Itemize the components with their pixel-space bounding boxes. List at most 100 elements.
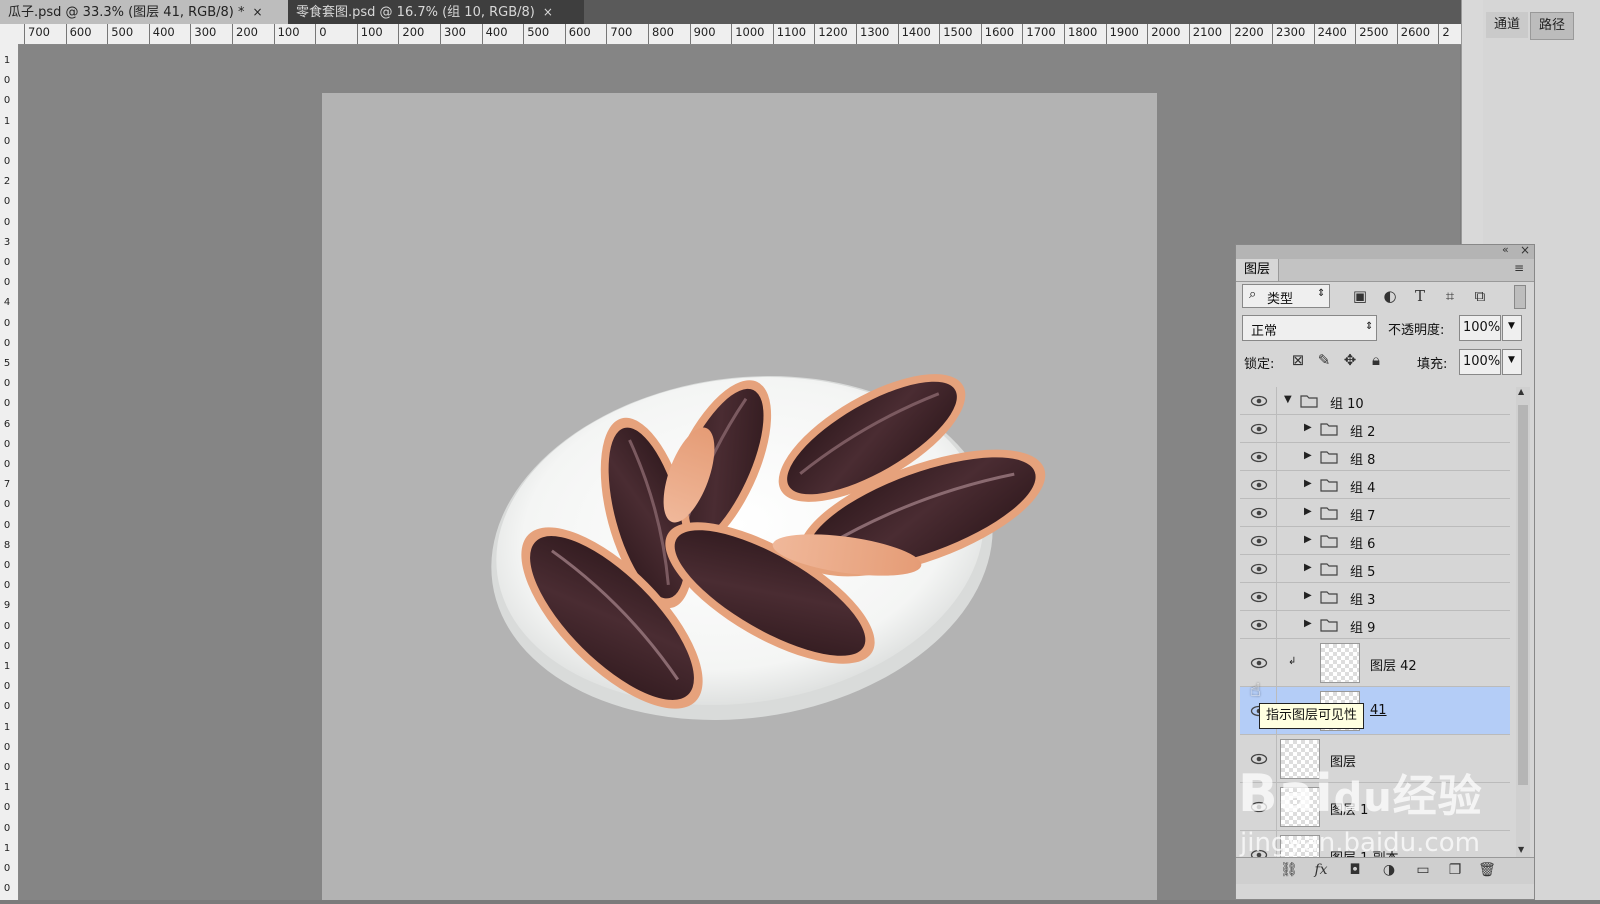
tab-guazi-psd[interactable]: 瓜子.psd @ 33.3% (图层 41, RGB/8) * × [0,0,288,24]
type-filter-icon[interactable]: T [1410,287,1430,305]
delete-layer-icon[interactable]: 🗑︎ [1478,862,1496,878]
expand-right-icon[interactable]: ▶ [1304,478,1312,489]
ruler-tick-label: 2300 [1276,25,1306,39]
tab-layers[interactable]: 图层 [1236,259,1280,281]
layer-group-row[interactable]: ▶ 组 2 [1240,415,1510,443]
ruler-tick-mark [523,24,525,44]
scroll-up-icon[interactable]: ▲ [1518,387,1524,396]
layer-group-row[interactable]: ▶ 组 7 [1240,499,1510,527]
ruler-tick-mark [440,24,441,44]
layer-group-row[interactable]: ▶ 组 5 [1240,555,1510,583]
shape-filter-icon[interactable]: ⌗ [1440,287,1460,305]
watermark-brand-cn: 经验 [1392,771,1483,822]
expand-right-icon[interactable]: ▶ [1304,450,1312,461]
opacity-dropdown[interactable]: ▼ [1502,315,1522,341]
eye-icon[interactable] [1250,560,1268,578]
vertical-ruler[interactable]: 1 0 0 1 0 0 2 0 0 3 0 0 4 0 0 5 0 0 6 0 0 7 0 0 8 0 0 9 0 0 1 0 0 1 0 0 1 0 0 1… [0,44,19,900]
layer-name[interactable]: 组 6 [1350,533,1375,552]
fill-dropdown[interactable]: ▼ [1502,349,1522,375]
expand-right-icon[interactable]: ▶ [1304,590,1312,601]
ruler-tick-label: 0 [3,378,11,390]
collapse-icon[interactable]: « [1502,243,1509,256]
document-canvas[interactable] [322,93,1157,900]
lock-all-icon[interactable]: 🔒︎ [1366,351,1386,369]
link-layers-icon[interactable]: ⛓ [1280,862,1298,878]
horizontal-ruler[interactable]: 700 600 500 400 300 200 100 0 100 200 300 400 500 600… [0,24,1470,45]
eye-icon[interactable] [1250,392,1268,410]
eye-icon[interactable] [1250,588,1268,606]
eye-icon[interactable] [1250,532,1268,550]
tab-paths[interactable]: 路径 [1530,12,1575,40]
layer-name[interactable]: 组 4 [1350,477,1375,496]
folder-icon [1320,533,1338,548]
layer-name[interactable]: 组 2 [1350,421,1375,440]
fx-icon[interactable]: fx [1312,862,1330,878]
layer-group-row[interactable]: ▶ 组 8 [1240,443,1510,471]
eye-icon[interactable] [1250,504,1268,522]
adjustment-filter-icon[interactable]: ◐ [1380,287,1400,305]
ruler-tick-label: 0 [3,741,11,753]
expand-right-icon[interactable]: ▶ [1304,618,1312,629]
new-group-icon[interactable]: ▭ [1414,862,1432,878]
ruler-tick-label: 1000 [735,25,765,39]
expand-down-icon[interactable]: ▼ [1284,394,1292,405]
ruler-tick-mark [1188,24,1190,44]
layer-name[interactable]: 组 3 [1350,589,1375,608]
layer-name[interactable]: 组 10 [1330,393,1364,412]
opacity-input[interactable]: 100% [1459,315,1501,341]
layer-group-row[interactable]: ▶ 组 6 [1240,527,1510,555]
eye-icon[interactable] [1250,476,1268,494]
new-layer-icon[interactable]: ❐ [1446,862,1464,878]
fill-input[interactable]: 100% [1459,349,1501,375]
layer-group-row[interactable]: ▼ 组 10 [1240,387,1510,415]
ruler-tick-label: 0 [3,620,11,632]
layer-name[interactable]: 组 9 [1350,617,1375,636]
expand-right-icon[interactable]: ▶ [1304,562,1312,573]
lock-paint-icon[interactable]: ✎ [1314,351,1334,369]
image-filter-icon[interactable]: ▣ [1350,287,1370,305]
layer-group-row[interactable]: ▶ 组 4 [1240,471,1510,499]
panel-titlebar[interactable]: « × [1236,243,1534,259]
scrollbar-thumb[interactable] [1518,405,1528,785]
layer-filter-select[interactable]: ⌕ 类型 ⇕ [1242,284,1330,308]
layer-name[interactable]: 组 5 [1350,561,1375,580]
ruler-tick-mark [1147,24,1149,44]
eye-icon[interactable] [1250,448,1268,466]
scroll-down-icon[interactable]: ▼ [1518,845,1524,854]
close-icon[interactable]: × [253,5,263,19]
ruler-tick-label: 700 [28,25,50,39]
ruler-tick-mark [190,24,192,44]
expand-right-icon[interactable]: ▶ [1304,506,1312,517]
lock-transparent-icon[interactable]: ⊠ [1288,351,1308,369]
tab-lingshi-psd[interactable]: 零食套图.psd @ 16.7% (组 10, RGB/8) × [288,0,584,24]
eye-icon[interactable] [1250,616,1268,634]
ruler-tick-label: 1700 [1026,25,1056,39]
blend-mode-select[interactable]: 正常 ⇕ [1242,315,1377,341]
add-mask-icon[interactable]: ◘ [1346,862,1364,878]
smart-object-filter-icon[interactable]: ⧉ [1470,287,1490,305]
ruler-tick-label: 5 [3,358,11,369]
close-icon[interactable]: × [1520,243,1530,257]
ruler-tick-label: 0 [3,277,11,289]
layer-name[interactable]: 图层 42 [1370,655,1417,674]
expand-right-icon[interactable]: ▶ [1304,534,1312,545]
panel-menu-icon[interactable]: ≡ [1514,261,1524,275]
layer-name[interactable]: 41 [1370,703,1387,718]
layer-group-row[interactable]: ▶ 组 3 [1240,583,1510,611]
adjustment-layer-icon[interactable]: ◑ [1380,862,1398,878]
layer-row[interactable]: ↲ 图层 42 [1240,639,1510,687]
expand-right-icon[interactable]: ▶ [1304,422,1312,433]
fill-value: 100% [1463,354,1501,369]
filter-toggle[interactable] [1514,285,1526,309]
tab-channels[interactable]: 通道 [1486,12,1529,38]
ruler-tick-label: 100 [360,25,383,39]
ruler-tick-label: 0 [3,499,11,511]
eye-icon[interactable] [1250,420,1268,438]
eye-icon[interactable] [1250,654,1268,672]
layer-group-row[interactable]: ▶ 组 9 [1240,611,1510,639]
layer-name[interactable]: 组 7 [1350,505,1375,524]
close-icon[interactable]: × [543,5,553,19]
row-divider [1276,443,1277,471]
layer-name[interactable]: 组 8 [1350,449,1375,468]
lock-move-icon[interactable]: ✥ [1340,351,1360,369]
